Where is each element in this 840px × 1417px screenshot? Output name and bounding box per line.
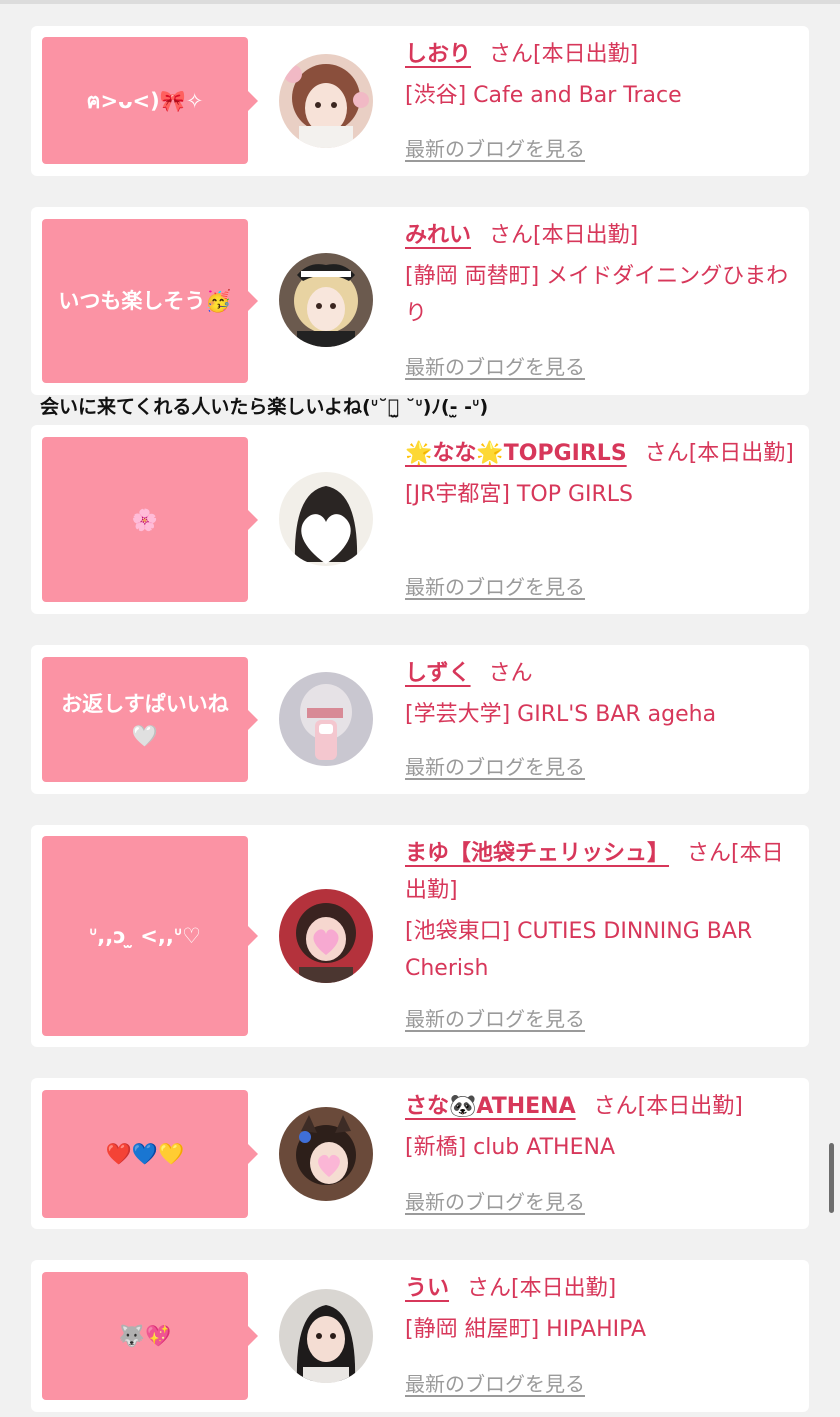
list-item: ❤️💙💛 さな🐼ATHENA さん[本日出勤] [新橋] club ATHENA …: [31, 1078, 809, 1229]
avatar[interactable]: [279, 54, 373, 148]
honorific: さん: [489, 223, 534, 248]
honorific: さん: [644, 441, 689, 466]
comment-text: ฅ>ᴗ<)🎀✧: [86, 88, 204, 113]
comment-text: 🌸: [131, 507, 159, 532]
cast-name-link[interactable]: さな🐼ATHENA: [405, 1094, 576, 1119]
shop-location: [新橋] club ATHENA: [405, 1135, 615, 1160]
status-label: [本日出勤]: [533, 42, 639, 67]
shop-location: [静岡 紺屋町] HIPAHIPA: [405, 1317, 647, 1342]
list-item: 🐺💖 うい さん[本日出勤] [静岡 紺屋町] HIPAHIPA 最新のブログを見…: [31, 1260, 809, 1412]
avatar[interactable]: [279, 472, 373, 566]
cast-name-link[interactable]: 🌟なな🌟TOPGIRLS: [405, 441, 627, 466]
shop-location: [渋谷] Cafe and Bar Trace: [405, 83, 682, 108]
honorific: さん: [687, 841, 732, 866]
cast-name-link[interactable]: まゆ【池袋チェリッシュ】: [405, 841, 669, 866]
avatar[interactable]: [279, 672, 373, 766]
comment-bubble: ❤️💙💛: [42, 1090, 258, 1218]
cast-name-link[interactable]: しずく: [405, 661, 471, 686]
blog-link[interactable]: 最新のブログを見る: [405, 571, 585, 600]
list-item: いつも楽しそう🥳 みれい さん[本日出勤] [静岡 両替町] メイドダイニングひま…: [31, 207, 809, 395]
cast-name-link[interactable]: しおり: [405, 42, 471, 67]
blog-link[interactable]: 最新のブログを見る: [405, 351, 585, 380]
list-item: お返しすぱいいね🤍 しずく さん [学芸大学] GIRL'S BAR ageha …: [31, 645, 809, 794]
shop-location: [静岡 両替町] メイドダイニングひまわり: [405, 264, 789, 326]
shop-location: [池袋東口] CUTIES DINNING BAR Cherish: [405, 919, 753, 981]
comment-bubble: 🌸: [42, 437, 258, 602]
shop-location: [学芸大学] GIRL'S BAR ageha: [405, 702, 717, 727]
list-item: ฅ>ᴗ<)🎀✧ しおり さん[本日出勤] [渋谷] Cafe and Bar Tr…: [31, 26, 809, 176]
shop-location: [JR宇都宮] TOP GIRLS: [405, 482, 633, 507]
blog-link[interactable]: 最新のブログを見る: [405, 1003, 585, 1032]
avatar[interactable]: [279, 253, 373, 347]
honorific: さん: [488, 661, 533, 686]
comment-bubble: ฅ>ᴗ<)🎀✧: [42, 37, 258, 164]
blog-link[interactable]: 最新のブログを見る: [405, 133, 585, 162]
list-item: 🌸 🌟なな🌟TOPGIRLS さん[本日出勤] [JR宇都宮] TOP GIRLS…: [31, 425, 809, 614]
cast-name-link[interactable]: みれい: [405, 223, 471, 248]
honorific: さん: [489, 42, 534, 67]
comment-text: 🐺💖: [118, 1324, 172, 1348]
status-label: [本日出勤]: [511, 1276, 617, 1301]
comment-bubble: 🐺💖: [42, 1272, 258, 1400]
list-item: ᐡ,,ɔ ̫ <,,ᐡ♡ まゆ【池袋チェリッシュ】 さん[本日出勤] [池袋東口]…: [31, 825, 809, 1047]
comment-text: ᐡ,,ɔ ̫ <,,ᐡ♡: [89, 924, 201, 948]
avatar[interactable]: [279, 1289, 373, 1383]
status-label: [本日出勤]: [637, 1094, 743, 1119]
top-edge: [0, 0, 840, 4]
comment-text: いつも楽しそう🥳: [58, 289, 232, 313]
comment-bubble: いつも楽しそう🥳: [42, 219, 258, 383]
comment-text: ❤️💙💛: [105, 1142, 185, 1166]
avatar[interactable]: [279, 1107, 373, 1201]
avatar[interactable]: [279, 889, 373, 983]
blog-link[interactable]: 最新のブログを見る: [405, 1186, 585, 1215]
honorific: さん: [593, 1094, 638, 1119]
blog-link[interactable]: 最新のブログを見る: [405, 1368, 585, 1397]
status-label: [本日出勤]: [688, 441, 794, 466]
status-label: [本日出勤]: [533, 223, 639, 248]
comment-bubble: お返しすぱいいね🤍: [42, 657, 258, 782]
comment-overflow-text: 会いに来てくれる人いたら楽しいよね(ᐡ˘・̫ ˘ᐡ)ﾉ(-̫ -ᐡ): [40, 396, 489, 418]
honorific: さん: [467, 1276, 512, 1301]
comment-text: お返しすぱいいね🤍: [61, 691, 229, 748]
comment-bubble: ᐡ,,ɔ ̫ <,,ᐡ♡: [42, 836, 258, 1036]
cast-name-link[interactable]: うい: [405, 1276, 449, 1301]
scrollbar[interactable]: [829, 1143, 834, 1213]
blog-link[interactable]: 最新のブログを見る: [405, 751, 585, 780]
